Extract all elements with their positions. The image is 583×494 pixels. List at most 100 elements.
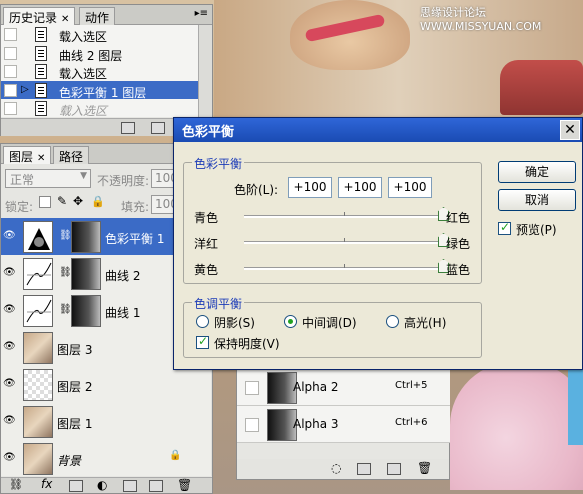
eye-icon[interactable]: 👁 (3, 304, 17, 318)
history-item[interactable]: 载入选区 (1, 62, 198, 82)
history-scrollbar[interactable] (198, 25, 212, 117)
dialog-title: 色彩平衡 (182, 125, 235, 140)
blend-mode-select[interactable]: 正常 ▼ (5, 169, 91, 188)
history-state-arrow-icon: ▷ (21, 83, 29, 95)
tone-balance-group: 色调平衡 阴影(S) 中间调(D) 高光(H) 保持明度(V) (183, 295, 482, 358)
chain-icon[interactable]: ⛓ (59, 304, 72, 315)
eye-icon[interactable]: 👁 (3, 452, 17, 466)
channel-row[interactable]: Alpha 3 Ctrl+6 (237, 406, 450, 443)
tone-radio-label[interactable]: 中间调(D) (302, 314, 357, 331)
new-group-icon[interactable] (123, 480, 137, 492)
close-icon[interactable]: ✕ (61, 14, 69, 25)
layer-mask-icon[interactable] (69, 480, 83, 492)
layer-row[interactable]: 👁 背景 🔒 (1, 440, 211, 476)
history-document-icon (35, 64, 47, 79)
new-document-icon[interactable] (121, 122, 135, 134)
history-item[interactable]: ▷ 色彩平衡 1 图层 (1, 80, 198, 101)
layer-name: 曲线 2 (105, 269, 141, 283)
layer-name: 图层 3 (57, 343, 93, 357)
ok-button[interactable]: 确定 (498, 161, 576, 183)
preview-label[interactable]: 预览(P) (516, 221, 557, 238)
slider-right-label: 绿色 (446, 237, 471, 251)
lock-transparency-icon[interactable] (39, 196, 51, 208)
preserve-luminosity-label[interactable]: 保持明度(V) (214, 335, 280, 352)
layer-mask-thumbnail[interactable] (71, 258, 101, 290)
color-balance-dialog: 色彩平衡 ✕ 色彩平衡 色阶(L): +100 +100 +100 青色 红色 洋红 绿色… (173, 117, 583, 370)
tone-radio-label[interactable]: 高光(H) (404, 314, 446, 331)
load-selection-icon[interactable]: ◌ (331, 461, 341, 475)
level-input[interactable]: +100 (288, 177, 332, 198)
slider-left-label: 洋红 (194, 237, 219, 251)
lock-move-icon[interactable]: ✥ (73, 194, 83, 208)
channel-visibility-toggle[interactable] (245, 418, 259, 432)
chain-icon[interactable]: ⛓ (59, 230, 72, 241)
level-input[interactable]: +100 (338, 177, 382, 198)
close-icon[interactable]: ✕ (37, 153, 45, 164)
level-input[interactable]: +100 (388, 177, 432, 198)
eye-icon[interactable]: 👁 (3, 378, 17, 392)
tone-radio[interactable] (386, 315, 399, 328)
history-tabbar: 历史记录 ✕ 动作 ▸≡ (1, 5, 212, 25)
cancel-button[interactable]: 取消 (498, 189, 576, 211)
layer-thumbnail (23, 332, 53, 364)
ok-button-label: 确定 (524, 165, 549, 179)
layer-style-icon[interactable]: fx (41, 477, 52, 491)
panel-menu-icon[interactable]: ▸≡ (195, 8, 208, 19)
tab-layers[interactable]: 图层 ✕ (3, 146, 52, 164)
layer-mask-thumbnail[interactable] (71, 295, 101, 327)
chain-icon[interactable]: ⛓ (59, 267, 72, 278)
eye-icon[interactable]: 👁 (3, 341, 17, 355)
new-channel-icon[interactable] (387, 463, 401, 475)
history-item[interactable]: 载入选区 (1, 99, 198, 117)
photo-umbrella (450, 360, 583, 490)
chevron-down-icon: ▼ (80, 171, 87, 181)
slider-left-label: 黄色 (194, 263, 219, 277)
new-layer-icon[interactable] (149, 480, 163, 492)
close-button[interactable]: ✕ (560, 120, 580, 140)
channel-visibility-toggle[interactable] (245, 381, 259, 395)
tone-radio-label[interactable]: 阴影(S) (214, 314, 255, 331)
preserve-luminosity-checkbox[interactable] (196, 334, 209, 349)
tab-paths[interactable]: 路径 (53, 146, 90, 164)
history-item[interactable]: 曲线 2 图层 (1, 43, 198, 64)
color-balance-group-title: 色彩平衡 (192, 155, 245, 172)
history-document-icon (35, 27, 47, 42)
history-toggle[interactable] (4, 28, 17, 41)
color-slider[interactable] (244, 264, 444, 270)
levels-label: 色阶(L): (234, 183, 279, 197)
eye-icon[interactable]: 👁 (3, 267, 17, 281)
history-toggle[interactable] (4, 102, 17, 115)
layer-thumbnail (23, 295, 53, 327)
snapshot-icon[interactable] (151, 122, 165, 134)
color-slider[interactable] (244, 212, 444, 218)
layer-row[interactable]: 👁 图层 2 (1, 366, 211, 405)
save-selection-icon[interactable] (357, 463, 371, 475)
history-item-label: 载入选区 (59, 30, 108, 44)
eye-icon[interactable]: 👁 (3, 415, 17, 429)
trash-icon[interactable]: 🗑 (177, 478, 192, 492)
layer-mask-thumbnail[interactable] (71, 221, 101, 253)
layer-name: 色彩平衡 1 (105, 232, 165, 246)
channel-row[interactable]: Alpha 2 Ctrl+5 (237, 369, 450, 406)
adjustment-layer-icon[interactable]: ◐ (97, 478, 107, 492)
history-item[interactable]: 载入选区 (1, 25, 198, 45)
lock-all-icon[interactable]: 🔒 (91, 195, 105, 208)
trash-icon[interactable]: 🗑 (417, 461, 432, 475)
tone-radio[interactable] (196, 315, 209, 328)
history-toggle[interactable] (4, 46, 17, 60)
eye-icon[interactable]: 👁 (3, 230, 17, 244)
photo-blue-object (568, 365, 583, 445)
lock-paint-icon[interactable]: ✎ (57, 194, 67, 208)
layer-row[interactable]: 👁 图层 1 (1, 403, 211, 442)
preview-checkbox[interactable] (498, 220, 511, 235)
slider-left-label: 青色 (194, 211, 219, 225)
dialog-titlebar[interactable]: 色彩平衡 ✕ (174, 118, 582, 142)
tone-radio[interactable] (284, 315, 297, 328)
history-toggle[interactable] (4, 65, 17, 78)
tab-history[interactable]: 历史记录 ✕ (3, 7, 76, 25)
channel-list: Alpha 2 Ctrl+5 Alpha 3 Ctrl+6 (237, 369, 450, 445)
color-slider[interactable] (244, 238, 444, 244)
history-toggle[interactable] (4, 83, 17, 97)
tab-actions[interactable]: 动作 (79, 7, 116, 25)
link-layers-icon[interactable]: ⛓ (9, 478, 23, 491)
